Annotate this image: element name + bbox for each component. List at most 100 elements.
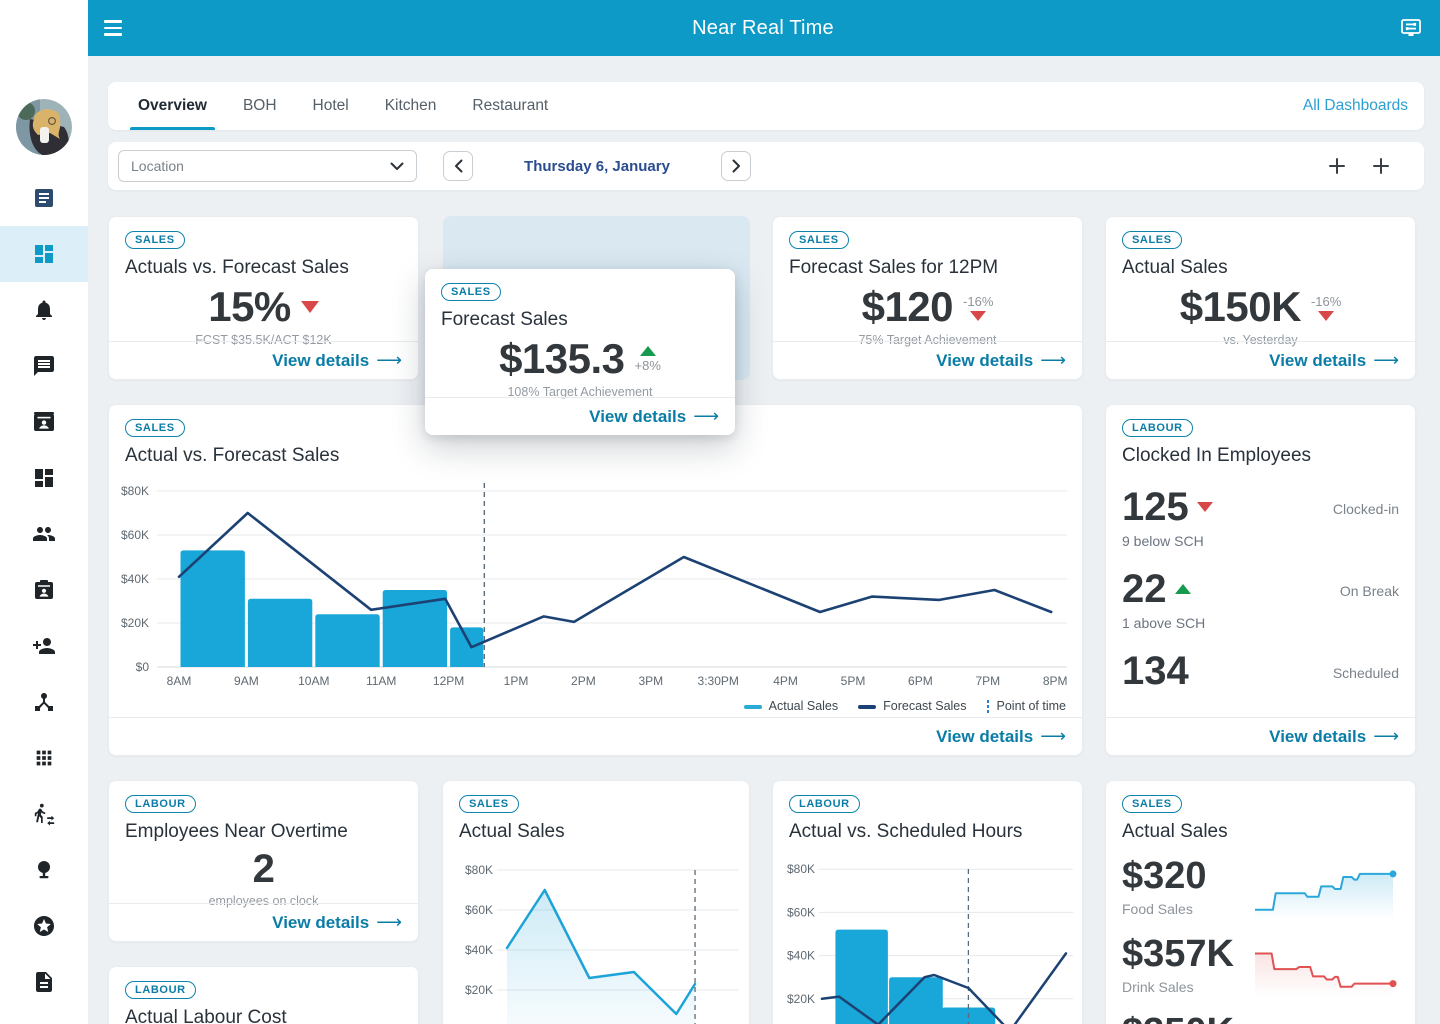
- plus-icon: [1372, 157, 1390, 175]
- person-pin-icon: [32, 858, 56, 882]
- trend-down-icon: [1318, 311, 1334, 321]
- on-break-row: 22 1 above SCH On Break: [1106, 569, 1415, 631]
- add-widget-button[interactable]: [1326, 155, 1348, 177]
- person-add-icon: [32, 634, 56, 658]
- add-actions: [1326, 155, 1414, 177]
- badge-icon: [32, 578, 56, 602]
- notifications-icon: [32, 298, 56, 322]
- next-day-button[interactable]: [721, 151, 751, 181]
- card-actual-labour-cost: LABOUR Actual Labour Cost: [108, 966, 419, 1024]
- card-actual-vs-forecast-chart: SALES Actual vs. Forecast Sales $0$20K$4…: [108, 404, 1083, 756]
- clocked-in-row: 125 9 below SCH Clocked-in: [1106, 487, 1415, 549]
- card-actual-vs-scheduled-hours: LABOUR Actual vs. Scheduled Hours $20K$4…: [772, 780, 1083, 1024]
- arrow-right-icon: ⟶: [693, 406, 719, 427]
- category-badge: SALES: [1122, 231, 1182, 249]
- sidebar-item-add-person[interactable]: [0, 618, 88, 674]
- svg-text:$80K: $80K: [121, 484, 149, 498]
- view-details-link[interactable]: View details⟶: [589, 406, 719, 427]
- card-title: Actual Sales: [1122, 257, 1399, 279]
- view-details-link[interactable]: View details⟶: [272, 912, 402, 933]
- view-details-link[interactable]: View details⟶: [1269, 726, 1399, 747]
- tab-kitchen[interactable]: Kitchen: [371, 82, 451, 130]
- svg-text:$40K: $40K: [787, 949, 815, 963]
- card-actuals-vs-forecast: SALES Actuals vs. Forecast Sales 15% FCS…: [108, 216, 419, 380]
- sidebar-nav: [0, 170, 88, 1010]
- trend-up-icon: [1175, 584, 1191, 594]
- trend-down-icon: [1197, 502, 1213, 512]
- arrow-right-icon: ⟶: [1040, 350, 1066, 371]
- svg-text:$0: $0: [136, 660, 150, 674]
- sidebar-item-notifications[interactable]: [0, 282, 88, 338]
- prev-day-button[interactable]: [443, 151, 473, 181]
- sidebar-item-news[interactable]: [0, 170, 88, 226]
- tiles-icon: [32, 466, 56, 490]
- file-icon: [32, 970, 56, 994]
- sidebar-item-apps[interactable]: [0, 730, 88, 786]
- plus-icon: [1328, 157, 1346, 175]
- sidebar-item-people[interactable]: [0, 506, 88, 562]
- svg-text:$40K: $40K: [121, 572, 149, 586]
- location-select[interactable]: Location: [118, 150, 417, 182]
- tabs-bar: Overview BOH Hotel Kitchen Restaurant Al…: [108, 82, 1424, 130]
- sidebar-item-dashboard[interactable]: [0, 226, 88, 282]
- kpi-value: 2: [253, 847, 275, 892]
- arrow-right-icon: ⟶: [376, 912, 402, 933]
- star-circle-icon: [32, 914, 56, 938]
- chevron-left-icon: [454, 159, 463, 173]
- svg-text:$20K: $20K: [465, 983, 493, 997]
- display-settings-icon[interactable]: [1398, 15, 1424, 41]
- sidebar-item-person-pin[interactable]: [0, 842, 88, 898]
- sidebar-item-star[interactable]: [0, 898, 88, 954]
- third-sales-sparkline: [1251, 1013, 1401, 1024]
- card-actual-sales-chart: SALES Actual Sales $20K$40K$60K$80K: [442, 780, 750, 1024]
- sidebar-item-badge[interactable]: [0, 562, 88, 618]
- actual-sales-mini-chart: $20K$40K$60K$80K: [453, 857, 743, 1024]
- card-title: Actual Sales: [1122, 821, 1399, 843]
- category-badge: SALES: [441, 283, 501, 301]
- card-sales-breakdown: SALES Actual Sales $320 Food Sales $357K…: [1105, 780, 1416, 1024]
- avatar[interactable]: [16, 99, 72, 155]
- view-details-link[interactable]: View details⟶: [1269, 350, 1399, 371]
- third-sales-row: $350K: [1106, 1013, 1415, 1024]
- sidebar-item-contacts[interactable]: [0, 394, 88, 450]
- menu-icon[interactable]: [104, 16, 128, 40]
- date-label[interactable]: Thursday 6, January: [473, 158, 721, 175]
- sidebar-item-hierarchy[interactable]: [0, 674, 88, 730]
- svg-text:2PM: 2PM: [571, 674, 596, 688]
- svg-text:11AM: 11AM: [366, 674, 396, 688]
- kpi-value: $135.3: [499, 335, 624, 383]
- contact-card-icon: [32, 410, 56, 434]
- sidebar: [0, 0, 88, 1024]
- svg-text:8PM: 8PM: [1043, 674, 1068, 688]
- trend-up-icon: [640, 346, 656, 356]
- card-clocked-in-employees: LABOUR Clocked In Employees 125 9 below …: [1105, 404, 1416, 756]
- card-forecast-sales-dragging[interactable]: SALES Forecast Sales $135.3 +8% 108% Tar…: [425, 269, 735, 435]
- sidebar-item-transfer[interactable]: [0, 786, 88, 842]
- kpi-value: $120: [862, 283, 953, 331]
- tab-restaurant[interactable]: Restaurant: [458, 82, 562, 130]
- svg-text:9AM: 9AM: [234, 674, 259, 688]
- svg-text:$60K: $60K: [465, 903, 493, 917]
- svg-text:10AM: 10AM: [298, 674, 329, 688]
- view-details-link[interactable]: View details⟶: [272, 350, 402, 371]
- tab-overview[interactable]: Overview: [124, 82, 221, 130]
- kpi-value: $150K: [1180, 283, 1301, 331]
- svg-text:12PM: 12PM: [433, 674, 464, 688]
- all-dashboards-link[interactable]: All Dashboards: [1303, 82, 1408, 130]
- apps-grid-icon: [33, 747, 55, 769]
- sidebar-item-chat[interactable]: [0, 338, 88, 394]
- card-title: Actual Labour Cost: [125, 1007, 402, 1024]
- sidebar-item-file[interactable]: [0, 954, 88, 1010]
- category-badge: LABOUR: [125, 981, 196, 999]
- tab-boh[interactable]: BOH: [229, 82, 291, 130]
- sidebar-item-tiles[interactable]: [0, 450, 88, 506]
- app-bar: Near Real Time: [88, 0, 1440, 56]
- tab-hotel[interactable]: Hotel: [299, 82, 363, 130]
- actual-vs-scheduled-hours-chart: $20K$40K$60K$80K: [783, 857, 1078, 1024]
- card-title: Actuals vs. Forecast Sales: [125, 257, 402, 279]
- view-details-link[interactable]: View details⟶: [936, 726, 1066, 747]
- svg-text:$80K: $80K: [465, 863, 493, 877]
- view-details-link[interactable]: View details⟶: [936, 350, 1066, 371]
- forecast-sales-legend-swatch: [858, 705, 876, 709]
- add-dashboard-button[interactable]: [1370, 155, 1392, 177]
